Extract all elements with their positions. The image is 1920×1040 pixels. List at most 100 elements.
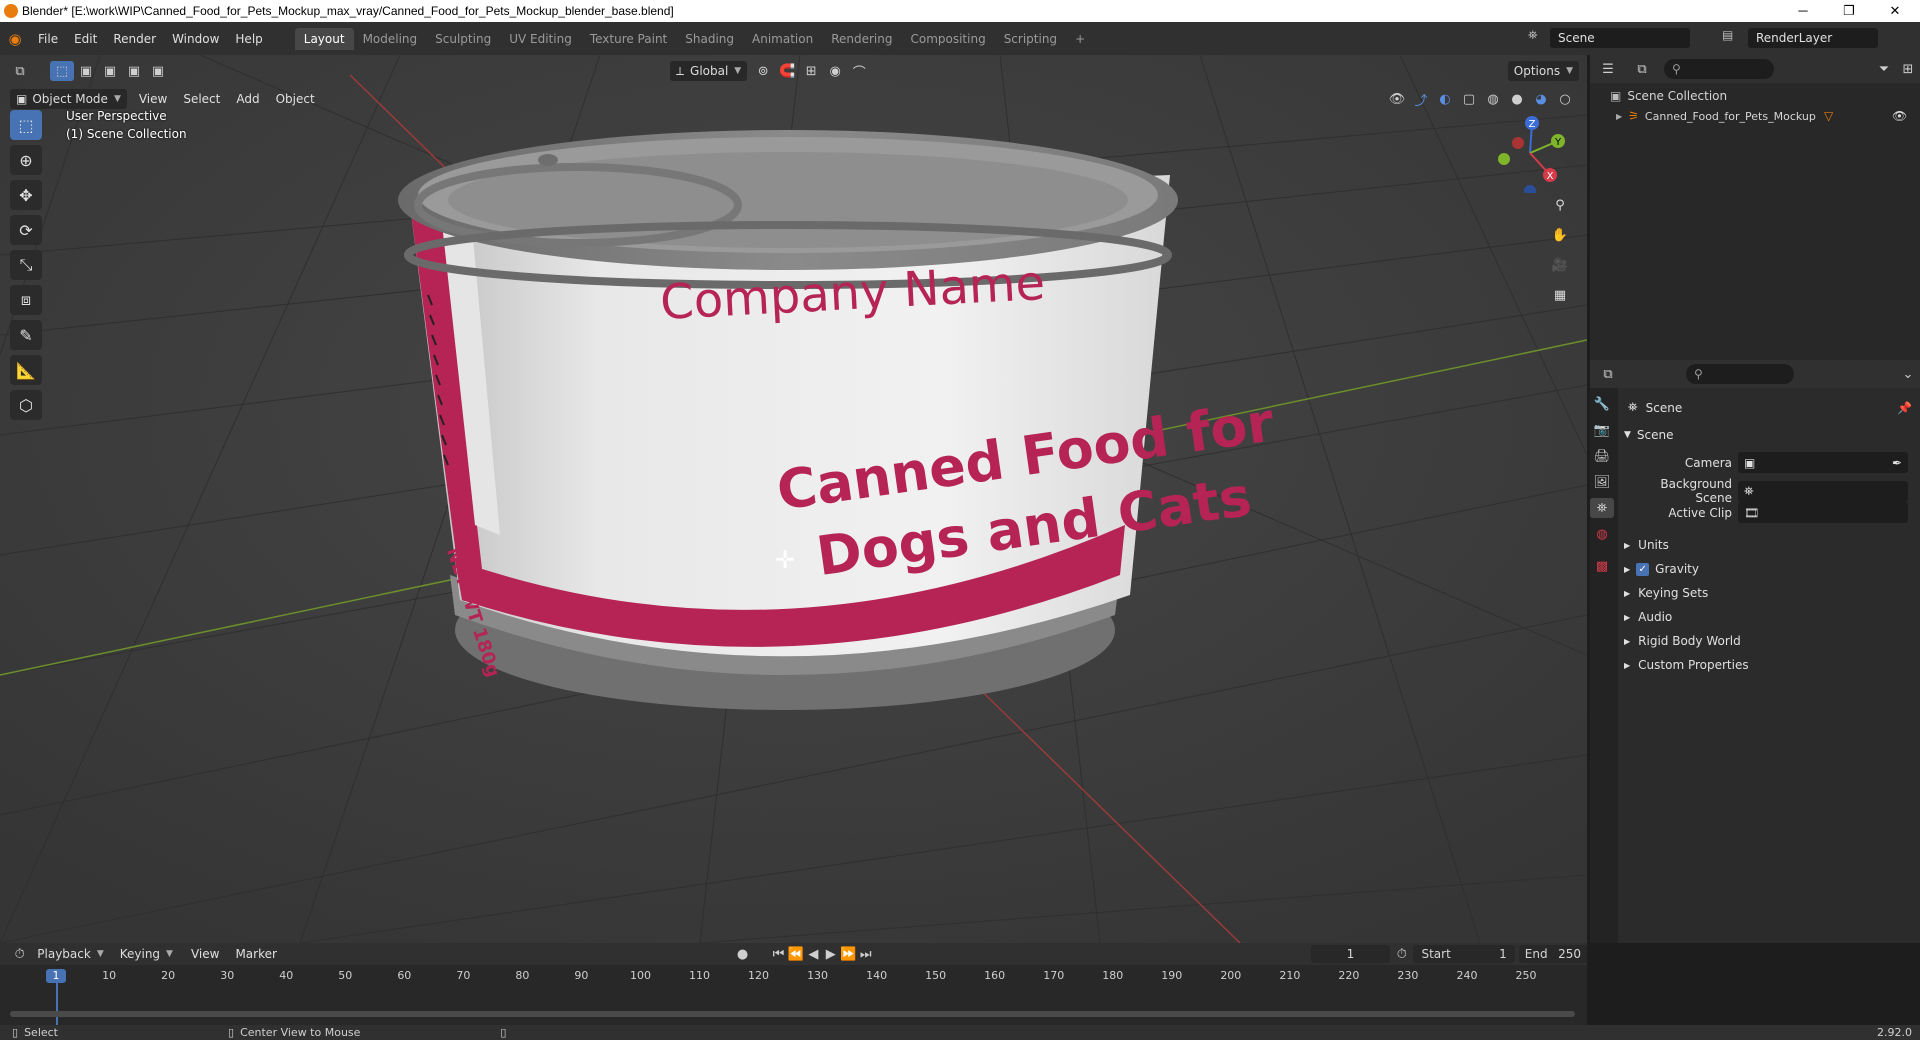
outliner-search-input[interactable]: ⚲ <box>1664 59 1774 79</box>
move-tool-icon[interactable]: ✥ <box>10 180 42 210</box>
snap-icon[interactable]: 🧲 <box>775 61 799 81</box>
display-mode-icon[interactable]: ⧉ <box>1630 59 1654 79</box>
xray-icon[interactable]: ▢ <box>1457 89 1481 109</box>
menu-edit[interactable]: Edit <box>66 32 105 46</box>
prev-keyframe-icon[interactable]: ⏪ <box>787 944 804 964</box>
zoom-icon[interactable]: ⚲ <box>1548 195 1572 215</box>
tab-texture-paint[interactable]: Texture Paint <box>581 28 676 50</box>
camera-field[interactable]: ▣ ✒ <box>1738 452 1908 473</box>
view-layer-tab-icon[interactable]: 🖼 <box>1590 472 1614 492</box>
record-icon[interactable]: ● <box>731 944 754 964</box>
3d-cursor-icon[interactable]: ✛ <box>770 545 800 575</box>
tab-compositing[interactable]: Compositing <box>901 28 994 50</box>
menu-file[interactable]: File <box>30 32 66 46</box>
play-reverse-icon[interactable]: ◀ <box>805 944 822 964</box>
select-mode-subtract-icon[interactable]: ▣ <box>122 61 146 81</box>
select-box-icon[interactable]: ⬚ <box>50 61 74 81</box>
add-cube-tool-icon[interactable]: ⬡ <box>10 390 42 420</box>
select-mode-intersect-icon[interactable]: ▣ <box>146 61 170 81</box>
tab-layout[interactable]: Layout <box>294 27 354 50</box>
properties-editor-icon[interactable]: ⧉ <box>1596 364 1620 384</box>
keying-dropdown[interactable]: Keying ▼ <box>114 944 179 964</box>
playback-dropdown[interactable]: Playback ▼ <box>31 944 109 964</box>
viewport-menu-select[interactable]: Select <box>175 92 228 106</box>
restore-button[interactable]: ❐ <box>1826 0 1872 22</box>
3d-viewport[interactable]: Company Name Canned Food for Dogs and Ca… <box>0 55 1587 943</box>
jump-start-icon[interactable]: ⏮ <box>770 944 787 964</box>
properties-search-input[interactable]: ⚲ <box>1686 364 1794 384</box>
snap-target-icon[interactable]: ⊞ <box>799 61 823 81</box>
tab-shading[interactable]: Shading <box>676 28 743 50</box>
navigation-gizmo[interactable]: Z Y X <box>1490 113 1570 193</box>
proportional-edit-icon[interactable]: ◉ <box>823 61 847 81</box>
outliner-root[interactable]: ▣ Scene Collection <box>1610 89 1727 103</box>
filter-icon[interactable]: ⏷ <box>1872 59 1896 79</box>
menu-window[interactable]: Window <box>164 32 227 46</box>
menu-render[interactable]: Render <box>105 32 164 46</box>
tab-animation[interactable]: Animation <box>743 28 822 50</box>
outliner-editor-icon[interactable]: ☰ <box>1596 59 1620 79</box>
scale-tool-icon[interactable]: ⤡ <box>10 250 42 280</box>
expand-arrow-icon[interactable]: ▶ <box>1616 112 1622 121</box>
outliner[interactable]: ☰ ⧉ ⚲ ⏷ ⊞ ▣ Scene Collection ▶ ⚞ Canned_… <box>1590 55 1920 360</box>
select-tool-icon[interactable]: ⬚ <box>10 110 42 140</box>
pivot-icon[interactable]: ⊚ <box>751 61 775 81</box>
shading-solid-icon[interactable]: ● <box>1505 89 1529 109</box>
end-frame-field[interactable]: End 250 <box>1518 945 1587 963</box>
active-clip-field[interactable]: 🎞 <box>1738 502 1908 523</box>
camera-view-icon[interactable]: 🎥 <box>1548 255 1572 275</box>
next-keyframe-icon[interactable]: ⏩ <box>840 944 857 964</box>
timeline-menu-view[interactable]: View <box>183 947 227 961</box>
current-frame-field[interactable]: 1 <box>1310 945 1391 963</box>
timeline-editor-icon[interactable]: ⏱ <box>8 944 31 964</box>
start-frame-field[interactable]: Start 1 <box>1413 945 1515 963</box>
timeline-scrollbar[interactable] <box>10 1011 1575 1017</box>
background-scene-field[interactable]: ⛯ <box>1738 480 1908 502</box>
rigid-body-world-panel[interactable]: ▶ Rigid Body World <box>1624 634 1741 648</box>
select-mode-extend-icon[interactable]: ▣ <box>98 61 122 81</box>
close-button[interactable]: ✕ <box>1872 0 1918 22</box>
add-workspace-button[interactable]: + <box>1066 28 1094 50</box>
tool-tab-icon[interactable]: 🔧 <box>1590 394 1614 414</box>
scene-selector[interactable]: Scene <box>1550 28 1690 48</box>
rotate-tool-icon[interactable]: ⟳ <box>10 215 42 245</box>
viewport-menu-view[interactable]: View <box>131 92 175 106</box>
editor-type-icon[interactable]: ⧉ <box>8 61 32 81</box>
pin-icon[interactable]: 📌 <box>1897 401 1912 415</box>
blender-menu-icon[interactable]: ◉ <box>0 30 30 48</box>
options-dropdown[interactable]: Options ▼ <box>1507 61 1579 81</box>
shading-rendered-icon[interactable]: ○ <box>1553 89 1577 109</box>
viewport-menu-object[interactable]: Object <box>268 92 323 106</box>
texture-tab-icon[interactable]: ▩ <box>1590 556 1614 576</box>
scene-tab-icon[interactable]: ⛯ <box>1590 498 1614 518</box>
perspective-grid-icon[interactable]: ▦ <box>1548 285 1572 305</box>
pan-hand-icon[interactable]: ✋ <box>1548 225 1572 245</box>
gravity-panel[interactable]: ▶ ✓ Gravity <box>1624 562 1699 576</box>
menu-help[interactable]: Help <box>227 32 270 46</box>
mode-dropdown[interactable]: ▣ Object Mode ▼ <box>10 89 127 109</box>
new-collection-icon[interactable]: ⊞ <box>1896 59 1920 79</box>
gizmo-toggle-icon[interactable]: ⤴ <box>1409 89 1433 109</box>
measure-tool-icon[interactable]: 📐 <box>10 355 42 385</box>
world-tab-icon[interactable]: ◍ <box>1590 524 1614 544</box>
tab-sculpting[interactable]: Sculpting <box>426 28 500 50</box>
jump-end-icon[interactable]: ⏭ <box>857 944 874 964</box>
eye-visibility-icon[interactable]: 👁 <box>1892 109 1907 123</box>
tab-rendering[interactable]: Rendering <box>822 28 901 50</box>
timeline[interactable]: ⏱ Playback ▼ Keying ▼ View Marker ● ⏮ ⏪ ◀ … <box>0 943 1587 1025</box>
annotate-tool-icon[interactable]: ✎ <box>10 320 42 350</box>
custom-properties-panel[interactable]: ▶ Custom Properties <box>1624 658 1749 672</box>
tab-scripting[interactable]: Scripting <box>995 28 1066 50</box>
units-panel[interactable]: ▶ Units <box>1624 538 1669 552</box>
properties-editor[interactable]: ⧉ ⚲ ⌄ 🔧 📷 🖨 🖼 ⛯ ◍ ▩ ⛯ Scene 📌 ▼ Scene Ca… <box>1590 360 1920 943</box>
audio-panel[interactable]: ▶ Audio <box>1624 610 1672 624</box>
transform-tool-icon[interactable]: ⧈ <box>10 285 42 315</box>
tab-modeling[interactable]: Modeling <box>354 28 427 50</box>
cursor-tool-icon[interactable]: ⊕ <box>10 145 42 175</box>
timeline-body[interactable]: 1 10 20 30 40 50 60 70 80 90 100 110 120 130 140 150 160… <box>0 965 1587 1025</box>
visibility-icon[interactable]: 👁 <box>1385 89 1409 109</box>
outliner-item[interactable]: ▶ ⚞ Canned_Food_for_Pets_Mockup ▽ 👁 <box>1616 109 1916 123</box>
shading-wireframe-icon[interactable]: ◍ <box>1481 89 1505 109</box>
scene-panel-header[interactable]: ▼ Scene <box>1624 428 1674 442</box>
gravity-checkbox[interactable]: ✓ <box>1636 562 1650 576</box>
